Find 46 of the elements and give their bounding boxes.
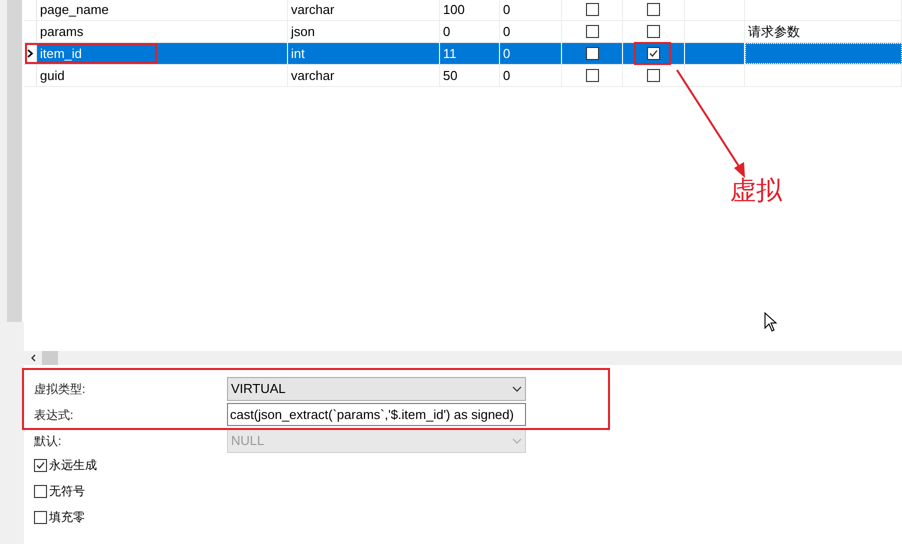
field-name: item_id	[40, 44, 82, 63]
table-cell-text: varchar	[291, 66, 334, 85]
table-cell-text: json	[291, 22, 315, 41]
table-cell-text: 0	[443, 22, 450, 41]
checkbox[interactable]	[647, 3, 660, 16]
checkbox-label: 永远生成	[49, 457, 97, 474]
chevron-down-icon	[512, 438, 522, 444]
field-label: 默认:	[34, 432, 62, 450]
table-cell-text: varchar	[291, 0, 334, 19]
checkbox[interactable]	[34, 484, 47, 498]
scroll-left-icon[interactable]	[30, 354, 38, 362]
checkbox[interactable]	[586, 47, 598, 60]
checkbox[interactable]	[34, 510, 47, 524]
scrollbar-thumb[interactable]	[42, 351, 58, 365]
comment-field[interactable]	[745, 43, 902, 64]
comment-text: 请求参数	[748, 22, 800, 41]
table-cell-text: 100	[443, 0, 465, 19]
field-name: page_name	[40, 0, 109, 19]
checkbox-label: 填充零	[49, 509, 85, 526]
field-label: 表达式:	[34, 406, 74, 424]
table-cell-text: 0	[503, 0, 510, 19]
dropdown[interactable]: VIRTUAL	[227, 376, 526, 400]
checkbox[interactable]	[586, 25, 598, 38]
field-name: params	[40, 22, 84, 41]
checkbox[interactable]	[647, 25, 660, 38]
checkbox[interactable]	[647, 69, 660, 82]
table-cell-text: 0	[503, 66, 510, 85]
table-cell-text: int	[291, 44, 305, 63]
table-cell-text: 0	[503, 44, 510, 63]
table-cell-text: 11	[443, 44, 456, 63]
chevron-down-icon	[512, 386, 522, 392]
checkbox[interactable]	[586, 3, 598, 16]
field-name: guid	[40, 66, 65, 85]
row-pointer-icon	[27, 49, 33, 58]
checkbox[interactable]	[34, 458, 47, 472]
field-label: 虚拟类型:	[34, 380, 86, 398]
checkbox[interactable]	[647, 47, 660, 60]
table-cell-text: 0	[503, 22, 510, 41]
checkbox-label: 无符号	[49, 483, 85, 500]
expression-input[interactable]: cast(json_extract(`params`,'$.item_id') as signed)	[227, 403, 526, 426]
checkbox[interactable]	[586, 69, 598, 82]
table-cell-text: 50	[443, 66, 458, 85]
annotation-text: 虚拟	[730, 178, 782, 204]
highlight-frame	[634, 42, 671, 65]
mouse-cursor-icon	[764, 312, 778, 332]
selected-row[interactable]: item_id int 11 0	[24, 43, 902, 65]
